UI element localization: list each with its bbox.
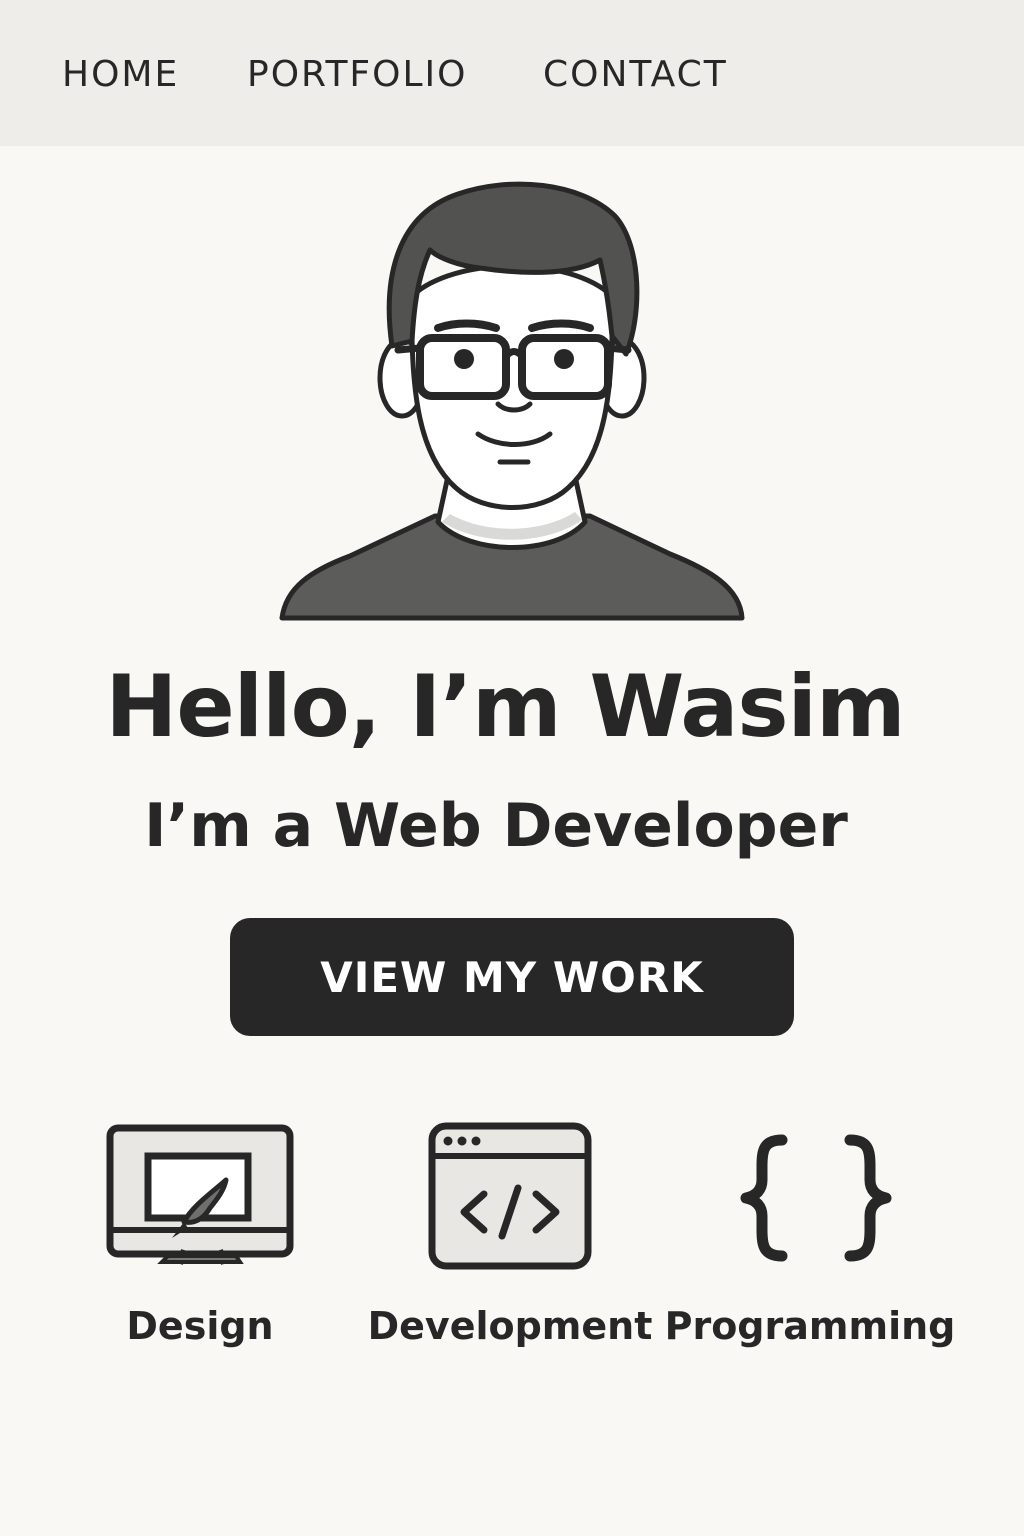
view-my-work-button[interactable]: VIEW MY WORK [230, 918, 794, 1036]
developer-avatar-icon [270, 176, 754, 624]
skill-programming: Programming [650, 1110, 970, 1360]
nav-portfolio-link[interactable]: PORTFOLIO [247, 52, 467, 98]
skill-design-label: Design [126, 1304, 274, 1348]
skill-development: Development [350, 1110, 670, 1360]
monitor-paintbrush-icon [106, 1124, 294, 1265]
top-navbar: HOME PORTFOLIO CONTACT [0, 0, 1024, 146]
curly-braces-icon [740, 1134, 892, 1262]
hero-subtitle: I’m a Web Developer [144, 791, 848, 861]
skill-design: Design [40, 1110, 360, 1360]
skill-programming-label: Programming [664, 1304, 956, 1348]
nav-home-link[interactable]: HOME [62, 52, 179, 98]
hero-title: Hello, I’m Wasim [105, 657, 905, 757]
browser-code-icon [428, 1122, 592, 1270]
nav-contact-link[interactable]: CONTACT [543, 52, 728, 98]
skill-development-label: Development [367, 1304, 653, 1348]
